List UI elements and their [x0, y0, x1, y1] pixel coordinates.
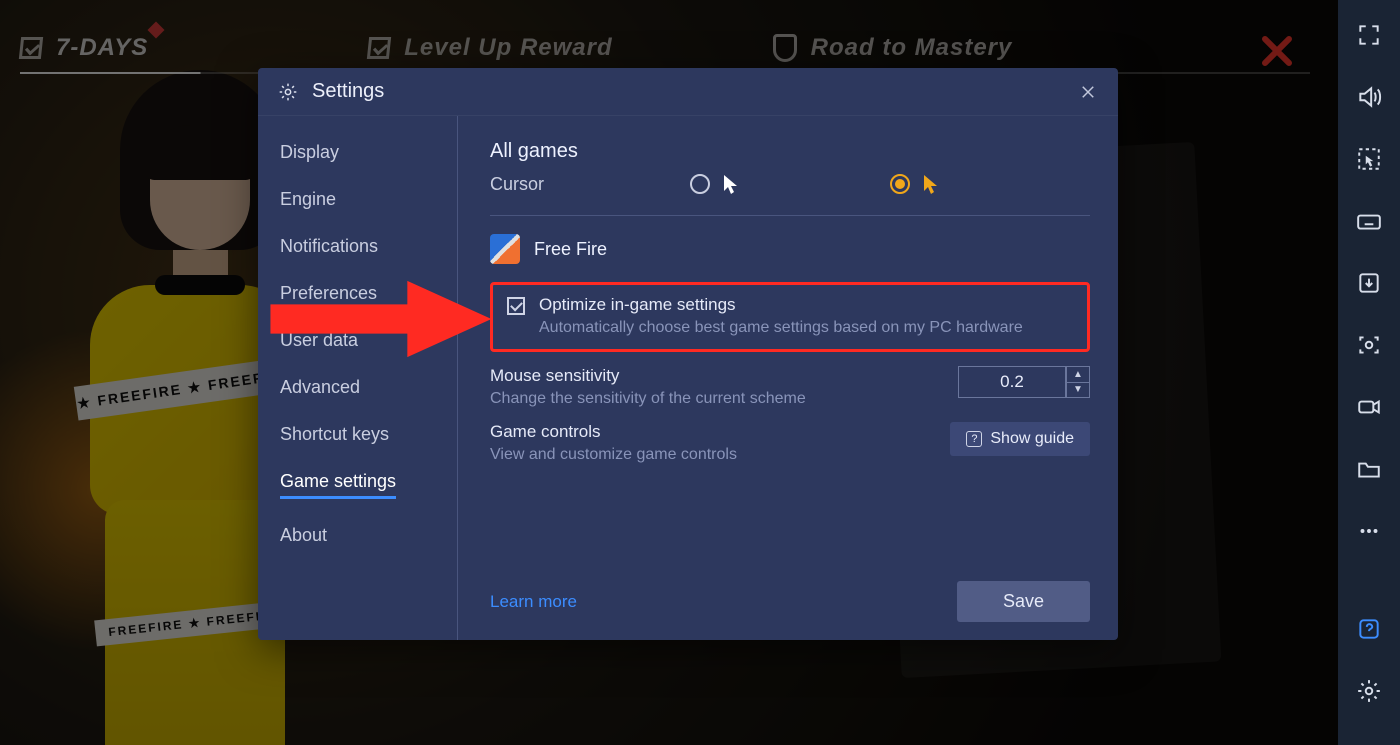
- cursor-white-icon: [722, 173, 740, 195]
- emulator-right-rail: [1338, 0, 1400, 745]
- mouse-sensitivity-input[interactable]: [958, 366, 1066, 398]
- game-name-label: Free Fire: [534, 239, 607, 260]
- optimize-highlight-box: Optimize in-game settings Automatically …: [490, 282, 1090, 352]
- optimize-title: Optimize in-game settings: [539, 295, 1023, 315]
- all-games-heading: All games: [490, 140, 1090, 163]
- mouse-title: Mouse sensitivity: [490, 366, 938, 386]
- more-icon[interactable]: [1355, 518, 1383, 544]
- nav-shortcut-keys[interactable]: Shortcut keys: [280, 424, 389, 445]
- game-header-row: Free Fire: [490, 234, 1090, 264]
- mouse-desc: Change the sensitivity of the current sc…: [490, 390, 938, 408]
- radio-selected-icon: [890, 174, 910, 194]
- settings-nav: Display Engine Notifications Preferences…: [258, 116, 458, 640]
- install-apk-icon[interactable]: [1355, 270, 1383, 296]
- modal-close-button[interactable]: [1072, 76, 1104, 108]
- optimize-setting-row[interactable]: Optimize in-game settings Automatically …: [507, 295, 1073, 337]
- modal-title: Settings: [312, 80, 384, 103]
- nav-advanced[interactable]: Advanced: [280, 377, 360, 398]
- cursor-lock-icon[interactable]: [1355, 146, 1383, 172]
- controls-desc: View and customize game controls: [490, 446, 930, 464]
- cursor-setting-row: Cursor: [490, 173, 1090, 195]
- nav-game-settings[interactable]: Game settings: [280, 471, 396, 499]
- settings-modal: Settings Display Engine Notifications Pr…: [258, 68, 1118, 640]
- game-thumb-icon: [490, 234, 520, 264]
- game-viewport: ★ FREEFIRE ★ FREEFIRE ★ FREEFIRE ★ FREEF…: [0, 0, 1338, 745]
- mouse-sensitivity-stepper[interactable]: ▲ ▼: [1066, 366, 1090, 398]
- cursor-option-orange[interactable]: [890, 173, 1090, 195]
- modal-footer: Learn more Save: [490, 571, 1090, 622]
- guide-help-icon: ?: [966, 431, 982, 447]
- radio-unselected-icon: [690, 174, 710, 194]
- optimize-checkbox[interactable]: [507, 297, 525, 315]
- record-icon[interactable]: [1355, 394, 1383, 420]
- cursor-orange-icon: [922, 173, 940, 195]
- nav-user-data[interactable]: User data: [280, 330, 358, 351]
- volume-icon[interactable]: [1355, 84, 1383, 110]
- game-controls-row: Game controls View and customize game co…: [490, 422, 1090, 464]
- close-icon: [1079, 83, 1097, 101]
- mouse-sensitivity-row: Mouse sensitivity Change the sensitivity…: [490, 366, 1090, 408]
- folder-icon[interactable]: [1355, 456, 1383, 482]
- optimize-desc: Automatically choose best game settings …: [539, 319, 1023, 337]
- nav-preferences[interactable]: Preferences: [280, 283, 377, 304]
- fullscreen-icon[interactable]: [1355, 22, 1383, 48]
- keyboard-icon[interactable]: [1355, 208, 1383, 234]
- cursor-label: Cursor: [490, 174, 690, 195]
- gear-icon: [278, 82, 298, 102]
- cursor-option-white[interactable]: [690, 173, 890, 195]
- help-icon[interactable]: [1355, 616, 1383, 642]
- nav-engine[interactable]: Engine: [280, 189, 336, 210]
- show-guide-button[interactable]: ? Show guide: [950, 422, 1090, 456]
- settings-content: All games Cursor Free Fire: [458, 116, 1118, 640]
- nav-notifications[interactable]: Notifications: [280, 236, 378, 257]
- settings-rail-icon[interactable]: [1355, 678, 1383, 704]
- separator: [490, 215, 1090, 216]
- learn-more-link[interactable]: Learn more: [490, 592, 577, 612]
- stepper-up-icon[interactable]: ▲: [1067, 367, 1089, 383]
- nav-display[interactable]: Display: [280, 142, 339, 163]
- modal-body: Display Engine Notifications Preferences…: [258, 116, 1118, 640]
- show-guide-label: Show guide: [990, 430, 1074, 448]
- stepper-down-icon[interactable]: ▼: [1067, 383, 1089, 398]
- screenshot-icon[interactable]: [1355, 332, 1383, 358]
- controls-title: Game controls: [490, 422, 930, 442]
- nav-about[interactable]: About: [280, 525, 327, 546]
- modal-header: Settings: [258, 68, 1118, 116]
- save-button[interactable]: Save: [957, 581, 1090, 622]
